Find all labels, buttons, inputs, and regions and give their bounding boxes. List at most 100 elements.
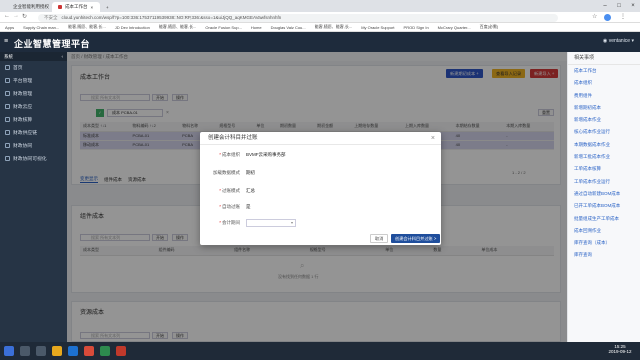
close-icon[interactable]: ×: [431, 132, 435, 145]
sidebar-item-label: 财政协同: [13, 144, 33, 149]
sidebar-item-finance-cloud[interactable]: 财政云应: [0, 100, 67, 113]
related-link[interactable]: 工单成本核算: [568, 163, 640, 175]
create-and-post-button[interactable]: 创建会计科目并过账 >: [391, 234, 441, 243]
bookmark[interactable]: 能客,随愿、能客,长...: [315, 24, 353, 30]
sidebar-item-supply-chain[interactable]: 财政供应链: [0, 126, 67, 139]
sidebar-item-finance[interactable]: 财政管理: [0, 87, 67, 100]
bookmark[interactable]: 能客,随愿、能客,长...: [159, 24, 197, 30]
browser-tab-bar: 企业智能利用授权× 成本工作台× + – □ ×: [0, 0, 640, 12]
related-link[interactable]: 本期数据成本作业: [568, 139, 640, 151]
related-panel-header: 相关事项: [568, 52, 640, 65]
cost-org-value[interactable]: BVMF云采购事务部: [246, 152, 286, 158]
accounting-period-select[interactable]: ▾: [246, 219, 296, 227]
related-link[interactable]: 新增成本作业: [568, 114, 640, 126]
close-window-icon[interactable]: ×: [626, 0, 640, 12]
related-link[interactable]: 新增工批成本作业: [568, 151, 640, 163]
field-accounting-period: *会计期间 ▾: [200, 219, 296, 227]
browser-tab[interactable]: 企业智能利用授权×: [4, 2, 52, 12]
maximize-icon[interactable]: □: [612, 0, 626, 12]
start-icon[interactable]: [4, 346, 14, 356]
browser-tab-label: 企业智能利用授权: [13, 4, 49, 9]
sidebar-item-label: 财政供应链: [13, 131, 37, 136]
reload-icon[interactable]: ↻: [22, 13, 27, 20]
field-label-text: 自动过账: [222, 204, 240, 209]
excel-icon[interactable]: [100, 346, 110, 356]
browser-tab-label: 成本工作台: [65, 4, 88, 9]
profile-icon[interactable]: [604, 14, 611, 21]
field-label-text: 成本组织: [222, 152, 240, 157]
bookmark[interactable]: McCrary Quarter...: [438, 25, 471, 30]
clock[interactable]: 15:25 2019-09-12: [604, 344, 636, 354]
back-icon[interactable]: ←: [4, 13, 10, 19]
url-text: cloud.yunhitech.com/wsp/f?p=100:336:1753…: [61, 14, 282, 20]
address-bar: ← → ↻ 不安全 cloud.yunhitech.com/wsp/f?p=100…: [0, 12, 640, 23]
bookmark[interactable]: Oracle Fusion Sup...: [205, 25, 241, 30]
cancel-button[interactable]: 取消: [370, 234, 389, 243]
sidebar-item-label: 财政协同可视化: [13, 157, 47, 162]
related-link[interactable]: 成本回溯作业: [568, 225, 640, 237]
collab-icon: [5, 143, 10, 148]
auto-post-value[interactable]: 是: [246, 204, 251, 210]
field-label: *会计期间: [219, 220, 240, 225]
sidebar-item-label: 财政管理: [13, 92, 33, 97]
field-label-text: 会计期间: [222, 220, 240, 225]
related-link[interactable]: 新增期初成本: [568, 102, 640, 114]
related-link[interactable]: 成本组织: [568, 77, 640, 89]
related-link[interactable]: 工单成本作业运行: [568, 176, 640, 188]
browser-tab-active[interactable]: 成本工作台 ×: [52, 2, 100, 12]
dialog-title: 创建会计科目并过账: [208, 135, 258, 141]
bookmarks-bar: Apps Supply Chain man... 能客,随愿、能客,长... J…: [0, 23, 640, 32]
related-link[interactable]: 费用组件: [568, 90, 640, 102]
new-tab-button[interactable]: +: [100, 2, 112, 12]
platform-icon: [5, 78, 10, 83]
load-mode-value[interactable]: 期初: [246, 170, 255, 176]
field-label: 加载数据模式: [200, 170, 240, 176]
url-field[interactable]: 不安全 cloud.yunhitech.com/wsp/f?p=100:336:1…: [38, 13, 558, 22]
bookmark[interactable]: Douglas Valz Cou...: [271, 25, 306, 30]
close-icon[interactable]: ×: [91, 5, 94, 10]
related-link[interactable]: 库存查询（成本）: [568, 237, 640, 249]
app-title: 企业智慧管理平台: [14, 39, 91, 49]
menu-icon[interactable]: ⋮: [620, 13, 626, 20]
collapse-icon[interactable]: ‹: [62, 52, 64, 61]
supply-chain-icon: [5, 130, 10, 135]
related-link[interactable]: 通过自动新建BOM成本: [568, 188, 640, 200]
related-link[interactable]: 批量组成生产工单成本: [568, 213, 640, 225]
related-link[interactable]: 核心成本作业运行: [568, 126, 640, 138]
explorer-icon[interactable]: [52, 346, 62, 356]
bookmark[interactable]: JD Dev Introduction: [115, 25, 150, 30]
sidebar-item-visualization[interactable]: 财政协同可视化: [0, 152, 67, 165]
field-label-text: 过账模式: [222, 188, 240, 193]
hamburger-icon[interactable]: ≡: [4, 38, 8, 45]
app-icon[interactable]: [116, 346, 126, 356]
star-icon[interactable]: ☆: [592, 13, 597, 20]
related-link[interactable]: 成本工作台: [568, 65, 640, 77]
sidebar-item-collab[interactable]: 财政协同: [0, 139, 67, 152]
minimize-icon[interactable]: –: [598, 0, 612, 12]
bookmark[interactable]: My Oracle Support: [361, 25, 394, 30]
edge-icon[interactable]: [68, 346, 78, 356]
bookmark[interactable]: PROD Sign In: [404, 25, 429, 30]
search-icon[interactable]: [20, 346, 30, 356]
related-link[interactable]: 库存查询: [568, 249, 640, 261]
bookmark[interactable]: Supply Chain man...: [23, 25, 59, 30]
post-mode-value[interactable]: 汇总: [246, 188, 255, 194]
user-menu[interactable]: ◉ ventanice ▾: [603, 38, 634, 44]
home-icon: [5, 65, 10, 70]
bookmark[interactable]: 能客,随愿、能客,长...: [68, 24, 106, 30]
chrome-icon[interactable]: [84, 346, 94, 356]
related-panel: 相关事项 成本工作台 成本组织 费用组件 新增期初成本 新增成本作业 核心成本作…: [567, 52, 640, 342]
sidebar-header: 系统 ‹: [0, 52, 67, 61]
field-label: *自动过账: [219, 204, 240, 209]
task-view-icon[interactable]: [36, 346, 46, 356]
related-link[interactable]: 已开工单成本BOM成本: [568, 200, 640, 212]
sidebar-item-accounting[interactable]: 财政核算: [0, 113, 67, 126]
bookmark[interactable]: 百度(必需): [480, 24, 499, 30]
sidebar-item-label: 财政核算: [13, 118, 33, 123]
field-post-mode: *过账模式 汇总: [200, 188, 255, 194]
sidebar-item-home[interactable]: 首页: [0, 61, 67, 74]
sidebar-item-platform[interactable]: 平台管理: [0, 74, 67, 87]
bookmark[interactable]: Home: [251, 25, 262, 30]
forward-icon[interactable]: →: [13, 13, 19, 19]
bookmark[interactable]: Apps: [5, 25, 14, 30]
